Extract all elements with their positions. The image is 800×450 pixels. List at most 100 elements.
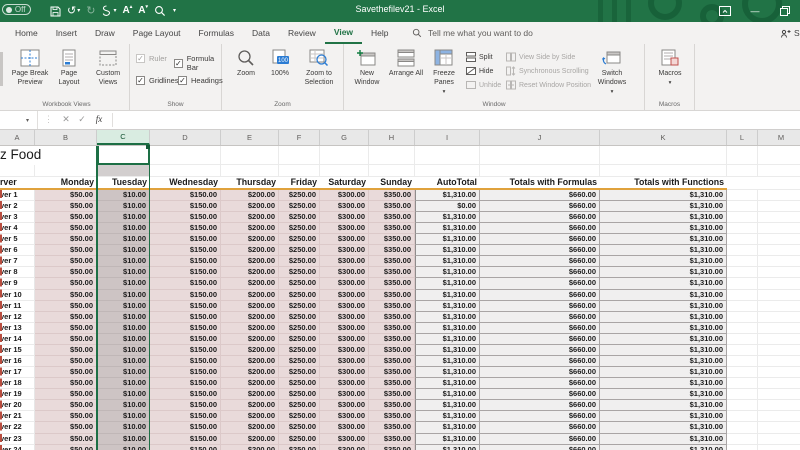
cell[interactable]: $200.00 — [221, 223, 279, 234]
cell[interactable]: $1,310.00 — [415, 389, 480, 400]
cell[interactable]: $50.00 — [35, 256, 97, 267]
cell[interactable] — [279, 146, 320, 165]
minimize-button[interactable]: — — [740, 0, 770, 22]
cell[interactable] — [727, 389, 758, 400]
table-header-cell[interactable] — [758, 177, 800, 190]
cell[interactable]: $250.00 — [279, 389, 320, 400]
cell[interactable]: $300.00 — [320, 256, 369, 267]
cell[interactable]: $50.00 — [35, 212, 97, 223]
row-label-cell[interactable]: ver 18 — [0, 378, 35, 389]
cell[interactable] — [415, 165, 480, 177]
cell[interactable]: $350.00 — [369, 223, 415, 234]
enter-entry-button[interactable]: ✓ — [76, 114, 88, 125]
cancel-entry-button[interactable]: ✕ — [60, 114, 72, 125]
column-header-B[interactable]: B — [35, 130, 97, 145]
cell[interactable]: $660.00 — [480, 190, 600, 201]
table-header-cell[interactable]: Monday — [35, 177, 97, 190]
cell[interactable]: $1,310.00 — [415, 301, 480, 312]
cell[interactable]: $200.00 — [221, 190, 279, 201]
tab-help[interactable]: Help — [362, 22, 397, 44]
cell[interactable]: $200.00 — [221, 201, 279, 212]
cell[interactable]: $350.00 — [369, 400, 415, 411]
name-box-dropdown-icon[interactable]: ▾ — [26, 117, 29, 124]
cell[interactable]: $350.00 — [369, 190, 415, 201]
cell[interactable]: $150.00 — [150, 323, 221, 334]
table-header-cell[interactable]: AutoTotal — [415, 177, 480, 190]
cell[interactable]: $250.00 — [279, 345, 320, 356]
cell[interactable]: $250.00 — [279, 334, 320, 345]
cell[interactable]: $1,310.00 — [600, 334, 727, 345]
cell[interactable]: $50.00 — [35, 345, 97, 356]
zoom-to-selection-button[interactable]: Zoom to Selection — [298, 47, 340, 88]
cell[interactable]: $10.00 — [97, 290, 150, 301]
insert-function-button[interactable]: fx — [93, 114, 105, 124]
cell[interactable]: $50.00 — [35, 389, 97, 400]
cell[interactable]: $1,310.00 — [600, 256, 727, 267]
cell[interactable]: $200.00 — [221, 367, 279, 378]
cell[interactable]: $1,310.00 — [600, 400, 727, 411]
cell[interactable] — [727, 212, 758, 223]
active-cell-c1[interactable] — [97, 146, 150, 165]
cell[interactable] — [97, 165, 150, 177]
split-button[interactable]: Split — [466, 52, 493, 62]
cell[interactable]: $660.00 — [480, 290, 600, 301]
cell[interactable] — [727, 201, 758, 212]
cell[interactable]: $10.00 — [97, 422, 150, 433]
cell[interactable]: $50.00 — [35, 223, 97, 234]
cell[interactable]: $1,310.00 — [600, 278, 727, 289]
column-header-D[interactable]: D — [150, 130, 221, 145]
cell[interactable]: $50.00 — [35, 190, 97, 201]
row-label-cell[interactable]: ver 2 — [0, 201, 35, 212]
cell[interactable]: $1,310.00 — [600, 378, 727, 389]
cell[interactable] — [727, 312, 758, 323]
row-label-cell[interactable]: ver 14 — [0, 334, 35, 345]
cell[interactable]: $1,310.00 — [600, 345, 727, 356]
cell[interactable]: $200.00 — [221, 445, 279, 450]
cell[interactable]: $350.00 — [369, 389, 415, 400]
cell[interactable]: $250.00 — [279, 400, 320, 411]
cell[interactable]: $200.00 — [221, 334, 279, 345]
cell[interactable]: $150.00 — [150, 245, 221, 256]
cell[interactable]: $150.00 — [150, 334, 221, 345]
cell[interactable]: $1,310.00 — [415, 278, 480, 289]
row-label-cell[interactable]: ver 12 — [0, 312, 35, 323]
cell[interactable]: $1,310.00 — [415, 334, 480, 345]
cell[interactable] — [758, 434, 800, 445]
column-header-F[interactable]: F — [279, 130, 320, 145]
gridlines-checkbox[interactable]: ✓Gridlines — [136, 76, 179, 85]
cell[interactable]: $200.00 — [221, 345, 279, 356]
cell[interactable]: $1,310.00 — [415, 256, 480, 267]
view-side-by-side-button[interactable]: View Side by Side — [506, 52, 575, 62]
cell[interactable]: $300.00 — [320, 312, 369, 323]
cell[interactable]: $150.00 — [150, 389, 221, 400]
cell[interactable] — [35, 165, 97, 177]
cell[interactable] — [727, 445, 758, 450]
cell[interactable]: $300.00 — [320, 234, 369, 245]
cell[interactable]: $350.00 — [369, 267, 415, 278]
row-label-cell[interactable]: ver 7 — [0, 256, 35, 267]
cell[interactable] — [758, 201, 800, 212]
cell[interactable]: $350.00 — [369, 411, 415, 422]
cell[interactable]: $250.00 — [279, 411, 320, 422]
cell[interactable]: $350.00 — [369, 312, 415, 323]
cell[interactable]: $1,310.00 — [600, 434, 727, 445]
cell[interactable]: $250.00 — [279, 323, 320, 334]
cell[interactable]: $660.00 — [480, 389, 600, 400]
cell[interactable]: $300.00 — [320, 345, 369, 356]
cell[interactable]: $660.00 — [480, 223, 600, 234]
cell[interactable]: $10.00 — [97, 400, 150, 411]
cell[interactable] — [758, 334, 800, 345]
cell[interactable] — [758, 312, 800, 323]
cell[interactable]: $250.00 — [279, 378, 320, 389]
cell[interactable]: $1,310.00 — [600, 290, 727, 301]
cell[interactable]: $350.00 — [369, 334, 415, 345]
cell[interactable]: $300.00 — [320, 367, 369, 378]
cell[interactable]: $200.00 — [221, 356, 279, 367]
cell[interactable] — [758, 256, 800, 267]
row-label-cell[interactable]: ver 13 — [0, 323, 35, 334]
cell[interactable]: $300.00 — [320, 223, 369, 234]
cell[interactable]: $660.00 — [480, 434, 600, 445]
cell[interactable]: $150.00 — [150, 356, 221, 367]
cell[interactable]: $150.00 — [150, 345, 221, 356]
cell[interactable]: $10.00 — [97, 278, 150, 289]
